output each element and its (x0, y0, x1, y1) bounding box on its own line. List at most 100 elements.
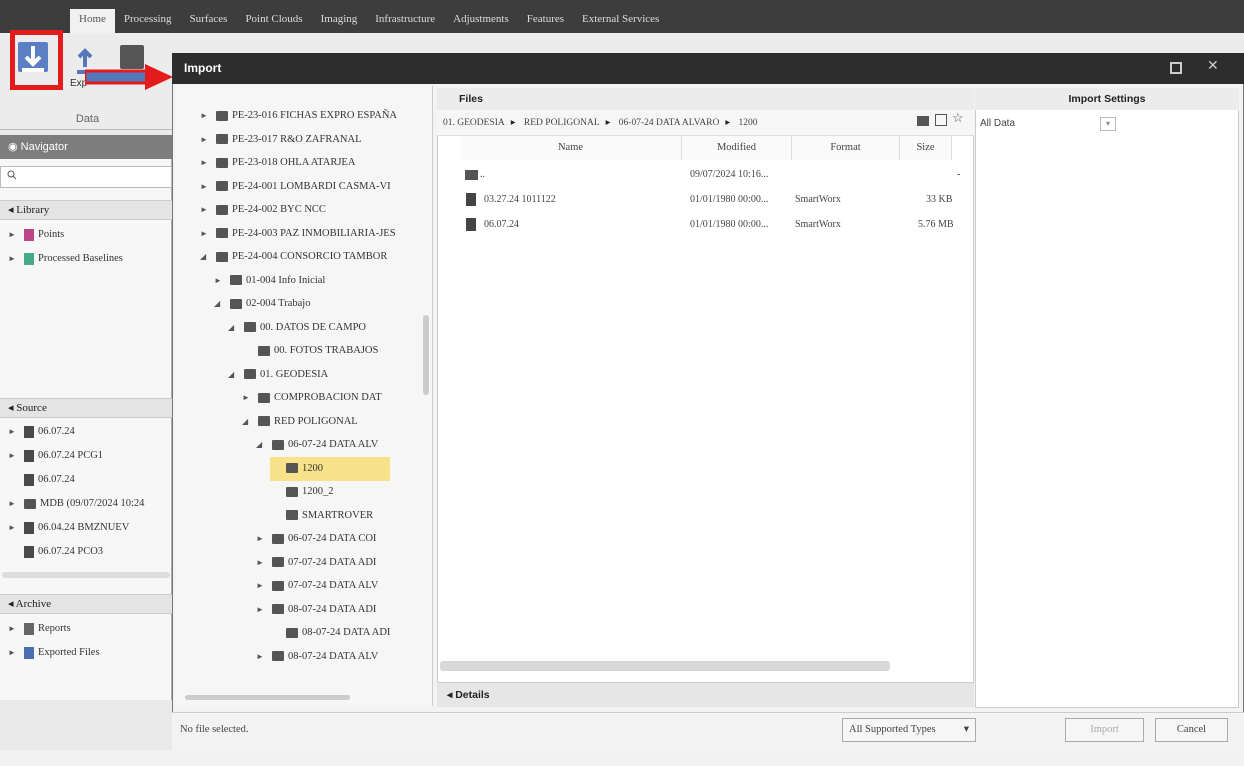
section-library[interactable]: ◂ Library (0, 200, 172, 220)
file-row[interactable]: .. 09/07/2024 10:16... - (460, 163, 970, 187)
tree-item[interactable]: SMARTROVER (270, 504, 373, 528)
import-settings-select[interactable]: All Data ▾ (980, 114, 1120, 134)
restore-icon[interactable] (1170, 62, 1182, 74)
tree-item[interactable]: ► PE-24-003 PAZ INMOBILIARIA-JES (200, 222, 396, 246)
folder-icon (244, 322, 256, 333)
file-type-filter[interactable]: All Supported Types ▾ (842, 718, 976, 742)
expand-icon[interactable]: ► (200, 104, 212, 128)
expand-icon[interactable]: ► (200, 151, 212, 175)
ribbon-tab[interactable]: Infrastructure (366, 9, 444, 33)
tree-item[interactable]: 1200 (270, 456, 390, 481)
ribbon-tab[interactable]: Features (518, 9, 573, 33)
file-row[interactable]: 06.07.24 01/01/1980 00:00... SmartWorx 5… (460, 213, 970, 237)
expand-icon[interactable]: ◢ (228, 363, 240, 387)
expand-icon[interactable]: ► (256, 574, 268, 598)
expand-icon[interactable]: ► (200, 175, 212, 199)
tree-item-label: 08-07-24 DATA ADI (288, 603, 377, 615)
expand-icon[interactable]: ◢ (200, 245, 212, 269)
expand-icon[interactable]: ► (256, 551, 268, 575)
tree-item[interactable]: ► PE-24-002 BYC NCC (200, 198, 326, 222)
archive-item-reports[interactable]: ► Reports (8, 619, 170, 639)
tree-hscrollbar[interactable] (185, 695, 350, 700)
file-icon (24, 449, 34, 462)
expand-icon[interactable]: ◢ (214, 292, 226, 316)
source-item[interactable]: ► 06.07.24 PCG1 (8, 446, 170, 466)
navigator-search-input[interactable] (0, 166, 172, 188)
source-item[interactable]: ► 06.04.24 BMZNUEV (8, 518, 170, 538)
details-section[interactable]: ◂ Details (437, 683, 974, 707)
source-item[interactable]: 06.07.24 PCO3 (8, 542, 170, 562)
expand-icon[interactable]: ◢ (242, 410, 254, 434)
ribbon-tab[interactable]: Point Clouds (236, 9, 311, 33)
close-icon[interactable]: ✕ (1207, 57, 1219, 74)
library-item-points[interactable]: ► Points (8, 225, 170, 245)
dialog-title: Import (172, 53, 1244, 84)
breadcrumb-item[interactable]: RED POLIGONAL (518, 110, 606, 135)
view-icon[interactable] (935, 114, 947, 126)
expand-icon[interactable]: ► (200, 128, 212, 152)
expand-icon[interactable]: ► (256, 527, 268, 551)
section-archive[interactable]: ◂ Archive (0, 594, 172, 614)
tree-scrollbar[interactable] (423, 315, 429, 395)
expand-icon[interactable]: ► (242, 386, 254, 410)
ribbon-tab[interactable]: Processing (115, 9, 181, 33)
file-row[interactable]: 03.27.24 1011122 01/01/1980 00:00... Sma… (460, 188, 970, 212)
tree-item[interactable]: ► COMPROBACION DAT (242, 386, 382, 410)
tree-item[interactable]: ► PE-23-016 FICHAS EXPRO ESPAÑA (200, 104, 397, 128)
expand-icon[interactable]: ► (200, 222, 212, 246)
library-item-baselines[interactable]: ► Processed Baselines (8, 249, 170, 269)
tree-item[interactable]: 08-07-24 DATA ADI (270, 621, 390, 645)
folder-icon (465, 170, 478, 180)
tree-item[interactable]: 00. FOTOS TRABAJOS (242, 339, 378, 363)
source-item[interactable]: 06.07.24 (8, 470, 170, 490)
tree-item[interactable]: ► PE-23-018 OHLA ATARJEA (200, 151, 355, 175)
expand-icon[interactable]: ◢ (228, 316, 240, 340)
tree-item-label: PE-24-004 CONSORCIO TAMBOR (232, 251, 388, 262)
tree-item[interactable]: ► PE-24-001 LOMBARDI CASMA-VI (200, 175, 391, 199)
expand-icon[interactable]: ► (214, 269, 226, 293)
files-hscrollbar[interactable] (440, 661, 890, 671)
column-name[interactable]: Name (460, 136, 682, 160)
column-modified[interactable]: Modified (682, 136, 792, 160)
breadcrumb-item[interactable]: 01. GEODESIA (437, 110, 511, 135)
exported-files-icon (24, 646, 34, 659)
archive-item-exported[interactable]: ► Exported Files (8, 643, 170, 663)
ribbon-tab[interactable]: Adjustments (444, 9, 518, 33)
expand-icon[interactable]: ◢ (256, 433, 268, 457)
tree-item[interactable]: ► 07-07-24 DATA ADI (256, 551, 376, 575)
ribbon-tab[interactable]: Surfaces (181, 9, 237, 33)
tree-item[interactable]: ► 08-07-24 DATA ADI (256, 598, 376, 622)
expand-icon[interactable]: ► (256, 645, 268, 669)
expand-icon[interactable]: ► (256, 598, 268, 622)
navigator-scrollbar[interactable] (2, 572, 170, 578)
tree-item[interactable]: ◢ PE-24-004 CONSORCIO TAMBOR (200, 245, 387, 269)
column-size[interactable]: Size (900, 136, 952, 160)
star-icon[interactable]: ☆ (952, 110, 964, 126)
tree-item[interactable]: ◢ RED POLIGONAL (242, 410, 358, 434)
import-button[interactable]: Import (1065, 718, 1144, 742)
ribbon-tab[interactable]: Home (70, 9, 115, 33)
ribbon-tab[interactable]: Imaging (312, 9, 367, 33)
tree-item[interactable]: ► 07-07-24 DATA ALV (256, 574, 378, 598)
tree-item[interactable]: ◢ 01. GEODESIA (228, 363, 328, 387)
breadcrumb-item[interactable]: 1200 (733, 110, 764, 135)
tree-item[interactable]: ► 01-004 Info Inicial (214, 269, 325, 293)
tree-item-label: 07-07-24 DATA ALV (288, 580, 379, 591)
expand-icon[interactable]: ► (200, 198, 212, 222)
column-format[interactable]: Format (792, 136, 900, 160)
source-item[interactable]: ► 06.07.24 (8, 422, 170, 442)
tree-item[interactable]: ► 08-07-24 DATA ALV (256, 645, 378, 669)
folder-icon[interactable] (917, 116, 929, 126)
tree-item[interactable]: ◢ 00. DATOS DE CAMPO (228, 316, 366, 340)
tree-item[interactable]: ◢ 02-004 Trabajo (214, 292, 310, 316)
breadcrumb-item[interactable]: 06-07-24 DATA ALVARO (613, 110, 726, 135)
source-item[interactable]: ► MDB (09/07/2024 10:24 (8, 494, 170, 514)
tree-item[interactable]: 1200_2 (270, 480, 334, 504)
tree-item[interactable]: ► 06-07-24 DATA COI (256, 527, 376, 551)
file-icon (466, 218, 476, 231)
cancel-button[interactable]: Cancel (1155, 718, 1228, 742)
section-source[interactable]: ◂ Source (0, 398, 172, 418)
ribbon-tab[interactable]: External Services (573, 9, 668, 33)
tree-item[interactable]: ◢ 06-07-24 DATA ALV (256, 433, 378, 457)
tree-item[interactable]: ► PE-23-017 R&O ZAFRANAL (200, 128, 362, 152)
